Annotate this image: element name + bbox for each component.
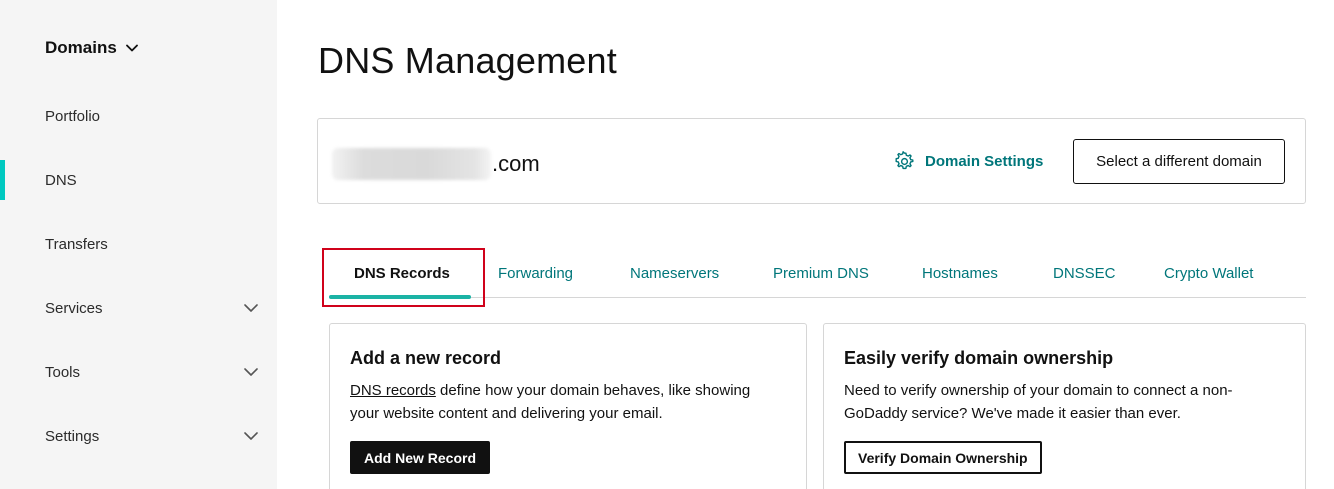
sidebar-item-services[interactable]: Services bbox=[0, 288, 277, 328]
verify-ownership-card: Easily verify domain ownership Need to v… bbox=[823, 323, 1306, 489]
redacted-domain-name bbox=[332, 148, 491, 180]
tab-premium-dns[interactable]: Premium DNS bbox=[773, 248, 869, 298]
card-title: Add a new record bbox=[350, 348, 502, 368]
sidebar-item-label: Portfolio bbox=[45, 107, 101, 125]
dns-tabs: DNS Records Forwarding Nameservers Premi… bbox=[322, 248, 1306, 307]
sidebar-item-transfers[interactable]: Transfers bbox=[0, 224, 277, 264]
card-text-segment: your website content and delivering your… bbox=[350, 405, 663, 422]
sidebar-item-label: Transfers bbox=[45, 235, 108, 253]
tab-nameservers[interactable]: Nameservers bbox=[630, 248, 719, 298]
chevron-down-icon bbox=[244, 304, 258, 312]
tab-forwarding[interactable]: Forwarding bbox=[498, 248, 573, 298]
page-title: DNS Management bbox=[318, 40, 617, 81]
verify-domain-ownership-button[interactable]: Verify Domain Ownership bbox=[844, 441, 1042, 474]
tab-hostnames[interactable]: Hostnames bbox=[922, 248, 998, 298]
domains-menu-toggle[interactable]: Domains bbox=[45, 38, 139, 58]
gear-icon bbox=[895, 151, 914, 170]
chevron-down-icon bbox=[244, 368, 258, 376]
dns-records-link[interactable]: DNS records bbox=[350, 382, 436, 399]
sidebar-item-label: Services bbox=[45, 299, 103, 317]
card-text-segment: Need to verify ownership of your domain … bbox=[844, 382, 1233, 399]
sidebar: Domains Portfolio DNS Transfers Services… bbox=[0, 0, 277, 489]
sidebar-item-settings[interactable]: Settings bbox=[0, 416, 277, 456]
sidebar-item-dns[interactable]: DNS bbox=[0, 160, 277, 200]
sidebar-item-label: Tools bbox=[45, 363, 81, 381]
chevron-down-icon bbox=[125, 44, 138, 52]
tab-dnssec[interactable]: DNSSEC bbox=[1053, 248, 1116, 298]
domain-card: .com Domain Settings Select a different … bbox=[317, 118, 1306, 204]
sidebar-item-tools[interactable]: Tools bbox=[0, 352, 277, 392]
add-new-record-button[interactable]: Add New Record bbox=[350, 441, 491, 474]
sidebar-header-title: Domains bbox=[45, 38, 117, 57]
sidebar-item-label: Settings bbox=[45, 427, 100, 445]
card-description: DNS records define how your domain behav… bbox=[350, 379, 750, 425]
card-text-segment: GoDaddy service? We've made it easier th… bbox=[844, 405, 1181, 422]
card-title: Easily verify domain ownership bbox=[844, 348, 1114, 368]
domain-settings-label: Domain Settings bbox=[925, 153, 1044, 170]
domain-suffix: .com bbox=[492, 151, 540, 176]
chevron-down-icon bbox=[244, 432, 258, 440]
add-record-card: Add a new record DNS records define how … bbox=[329, 323, 807, 489]
active-indicator bbox=[0, 160, 5, 200]
card-description: Need to verify ownership of your domain … bbox=[844, 379, 1233, 425]
tab-crypto-wallet[interactable]: Crypto Wallet bbox=[1164, 248, 1253, 298]
sidebar-item-portfolio[interactable]: Portfolio bbox=[0, 96, 277, 136]
domain-settings-link[interactable]: Domain Settings bbox=[894, 151, 1043, 172]
sidebar-item-label: DNS bbox=[45, 171, 77, 189]
highlight-box bbox=[322, 248, 485, 307]
select-different-domain-button[interactable]: Select a different domain bbox=[1073, 139, 1285, 184]
card-text-segment: define how your domain behaves, like sho… bbox=[435, 382, 751, 399]
